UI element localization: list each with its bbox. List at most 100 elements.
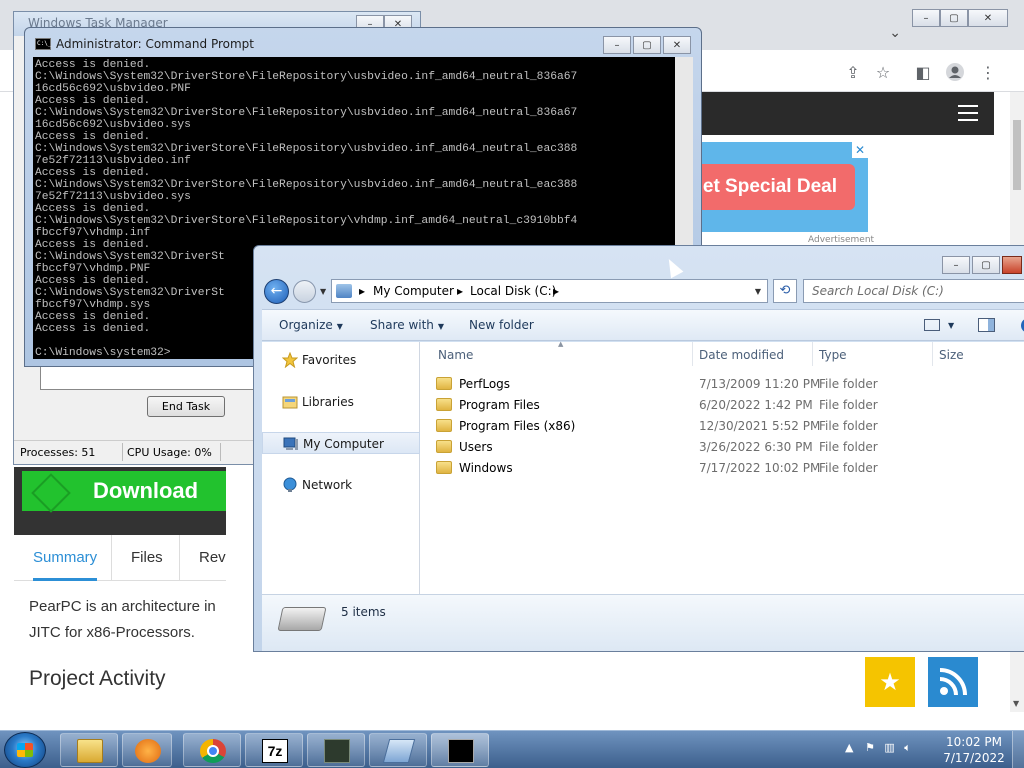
forward-arrow-icon[interactable] [293, 280, 316, 303]
ad-caption: Advertisement [808, 235, 875, 245]
more-menu-icon[interactable]: ⋮ [978, 62, 998, 82]
rss-feed-icon[interactable] [928, 657, 978, 707]
search-box[interactable]: Search Local Disk (C:) [803, 279, 1024, 303]
console-line: Access is denied. [35, 59, 151, 71]
breadcrumb-my-computer[interactable]: My Computer [373, 284, 454, 298]
taskbar-cmd[interactable] [431, 733, 489, 767]
tab-reviews[interactable]: Rev [199, 535, 226, 581]
console-line: 16cd56c692\usbvideo.PNF [35, 83, 191, 95]
recent-pages-dropdown-icon[interactable]: ▼ [320, 287, 326, 296]
start-button[interactable] [4, 732, 46, 768]
side-panel-icon[interactable]: ◧ [913, 62, 933, 82]
computer-icon [283, 436, 299, 452]
breadcrumb-separator-icon[interactable]: ▸ [359, 284, 365, 298]
table-row[interactable]: Windows 7/17/2022 10:02 PM File folder [420, 458, 1024, 479]
minimize-button[interactable]: – [912, 9, 940, 27]
table-row[interactable]: Program Files (x86) 12/30/2021 5:52 PM F… [420, 416, 1024, 437]
item-count: 5 items [341, 605, 386, 619]
back-arrow-icon[interactable]: ← [264, 279, 289, 304]
media-player-icon [135, 739, 161, 763]
console-line: 16cd56c692\usbvideo.sys [35, 119, 191, 131]
taskbar-remote-desktop[interactable] [369, 733, 427, 767]
console-line: C:\Windows\System32\DriverStore\FileRepo… [35, 143, 578, 155]
table-row[interactable]: Program Files 6/20/2022 1:42 PM File fol… [420, 395, 1024, 416]
address-bar[interactable]: ▸ My Computer ▸ Local Disk (C:) ▸ ▼ [331, 279, 768, 303]
share-icon[interactable]: ⇪ [843, 62, 863, 82]
share-with-button[interactable]: Share with ▼ [370, 318, 444, 332]
file-type: File folder [819, 440, 878, 454]
computer-icon [336, 284, 352, 298]
maximize-button[interactable]: ▢ [633, 36, 661, 54]
ad-close-icon[interactable]: ✕ [852, 142, 868, 158]
console-line: C:\Windows\System32\DriverStore\FileRepo… [35, 179, 578, 191]
nav-my-computer[interactable]: My Computer [262, 432, 420, 454]
nav-network[interactable]: Network [262, 474, 420, 496]
column-name[interactable]: Name [438, 348, 473, 362]
close-button[interactable] [1002, 256, 1022, 274]
download-button[interactable]: Download [22, 471, 226, 513]
column-type[interactable]: Type [819, 348, 847, 362]
tab-files[interactable]: Files [131, 535, 163, 581]
tab-summary[interactable]: Summary [33, 535, 98, 581]
network-icon [282, 477, 298, 493]
show-desktop-button[interactable] [1012, 731, 1024, 768]
bookmark-star-icon[interactable]: ☆ [873, 62, 893, 82]
view-options-dropdown-icon[interactable]: ▼ [948, 321, 954, 330]
project-tabs: Summary Files Rev [14, 535, 226, 581]
folder-icon [436, 398, 452, 411]
system-clock[interactable]: 10:02 PM 7/17/2022 [934, 734, 1014, 766]
nav-favorites[interactable]: Favorites [262, 349, 420, 371]
breadcrumb-local-disk[interactable]: Local Disk (C:) [470, 284, 556, 298]
column-size[interactable]: Size [939, 348, 964, 362]
close-button[interactable]: ✕ [663, 36, 691, 54]
show-hidden-icons-icon[interactable]: ▲ [845, 741, 853, 754]
taskbar-media-player[interactable] [122, 733, 172, 767]
breadcrumb-separator-icon[interactable]: ▸ [553, 284, 559, 298]
download-area: Download [14, 467, 226, 535]
breadcrumb-separator-icon[interactable]: ▸ [457, 284, 463, 298]
nav-libraries[interactable]: Libraries [262, 391, 420, 413]
file-type: File folder [819, 461, 878, 475]
scroll-down-arrow-icon[interactable]: ▼ [1013, 699, 1019, 708]
taskbar-explorer[interactable] [60, 733, 118, 767]
file-date: 6/20/2022 1:42 PM [699, 398, 813, 412]
chevron-down-icon[interactable]: ⌄ [889, 25, 901, 41]
close-button[interactable]: ✕ [968, 9, 1008, 27]
cmd-icon [448, 739, 474, 763]
folder-icon [436, 461, 452, 474]
change-view-icon[interactable] [924, 319, 940, 331]
profile-avatar-icon[interactable] [945, 62, 965, 82]
taskbar-chrome[interactable] [183, 733, 241, 767]
scrollbar-thumb[interactable] [1013, 120, 1021, 190]
share-with-label: Share with [370, 318, 434, 332]
end-task-button[interactable]: End Task [147, 396, 225, 417]
hamburger-menu-icon[interactable] [958, 105, 978, 126]
table-row[interactable]: PerfLogs 7/13/2009 11:20 PM File folder [420, 374, 1024, 395]
maximize-button[interactable]: ▢ [972, 256, 1000, 274]
minimize-button[interactable]: – [603, 36, 631, 54]
console-line: Access is denied. [35, 203, 151, 215]
taskbar-7zip[interactable]: 7z [245, 733, 303, 767]
star-icon[interactable]: ★ [865, 657, 915, 707]
network-status-icon[interactable]: ▥ [884, 741, 894, 754]
preview-pane-icon[interactable] [978, 318, 995, 332]
search-input[interactable]: Search Local Disk (C:) [812, 284, 944, 298]
minimize-button[interactable]: – [942, 256, 970, 274]
address-dropdown-icon[interactable]: ▼ [755, 287, 761, 296]
maximize-button[interactable]: ▢ [940, 9, 968, 27]
volume-icon[interactable]: 🔈︎ [904, 741, 911, 754]
organize-button[interactable]: Organize ▼ [279, 318, 343, 332]
new-folder-button[interactable]: New folder [469, 318, 534, 332]
ad-text[interactable]: et Special Deal [700, 164, 855, 210]
action-center-icon[interactable]: ⚑ [865, 741, 875, 754]
table-row[interactable]: Users 3/26/2022 6:30 PM File folder [420, 437, 1024, 458]
column-date-modified[interactable]: Date modified [699, 348, 784, 362]
file-name: Windows [459, 461, 513, 475]
refresh-icon[interactable]: ⟲ [773, 279, 797, 303]
explorer-window: – ▢ ← ▼ ▸ My Computer ▸ Local Disk (C:) … [253, 245, 1024, 652]
explorer-command-bar: Organize▼ Share with▼ New folder ▼ ? [262, 309, 1024, 341]
advertisement-banner[interactable]: et Special Deal ✕ [700, 142, 868, 232]
taskbar-task-manager[interactable] [307, 733, 365, 767]
console-line: Access is denied. [35, 131, 151, 143]
browser-window-controls: – ▢ ✕ [912, 9, 1008, 27]
